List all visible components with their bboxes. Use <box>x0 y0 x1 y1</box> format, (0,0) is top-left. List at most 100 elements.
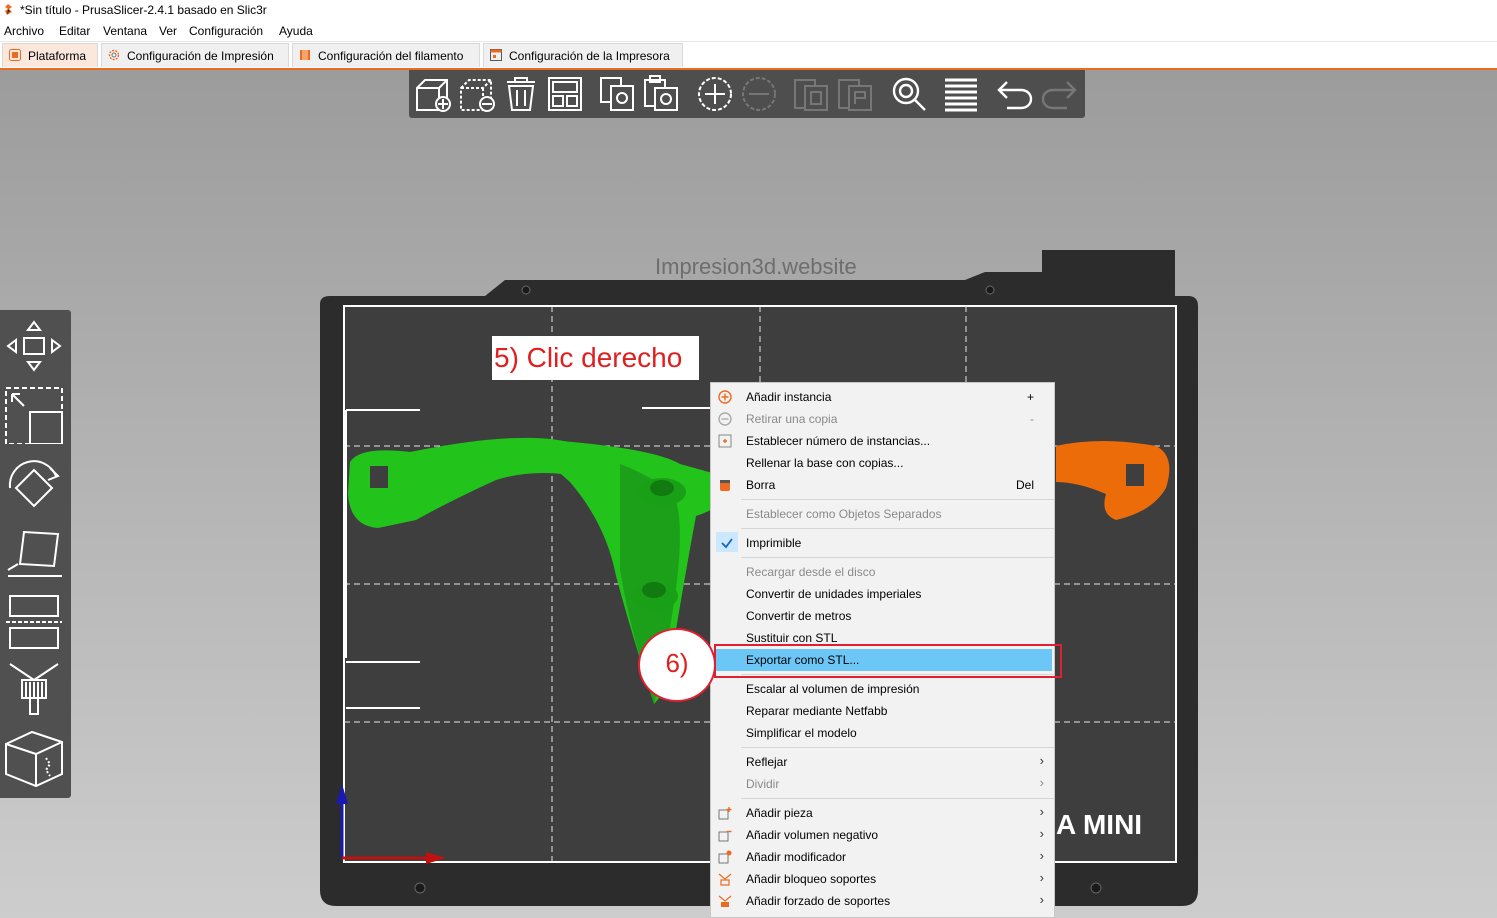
cut-icon[interactable] <box>2 590 66 650</box>
set-instances-icon <box>718 434 732 448</box>
left-toolbar <box>0 310 71 798</box>
menu-separator <box>741 528 1054 529</box>
menu-separator <box>741 557 1054 558</box>
menu-separator <box>741 747 1054 748</box>
remove-copy-icon <box>718 412 732 426</box>
paint-supports-icon[interactable] <box>2 658 66 718</box>
layers-icon[interactable] <box>941 74 981 114</box>
search-icon[interactable] <box>889 74 929 114</box>
menu-item-label: Reflejar <box>746 755 788 769</box>
menu-item-label: Reparar mediante Netfabb <box>746 704 888 718</box>
copy-icon[interactable] <box>597 74 637 114</box>
delete-all-icon[interactable] <box>501 74 541 114</box>
prusaslicer-logo-icon <box>5 4 12 15</box>
menu-item-printable[interactable]: Imprimible <box>711 532 1054 554</box>
menu-item-label: Establecer como Objetos Separados <box>746 507 942 521</box>
tab-bar: Plataforma Configuración de Impresión Co… <box>0 42 1497 70</box>
menu-item-shortcut: + <box>1026 390 1034 404</box>
printer-icon <box>490 49 502 61</box>
menu-item-split[interactable]: Dividir › <box>711 773 1054 795</box>
tab-label: Configuración de Impresión <box>127 49 274 63</box>
menu-item-add-instance[interactable]: Añadir instancia + <box>711 386 1054 408</box>
top-toolbar <box>409 70 1085 118</box>
add-negative-volume-icon <box>718 830 732 842</box>
menu-item-label: Sustituir con STL <box>746 631 838 645</box>
menu-ver[interactable]: Ver <box>159 24 177 38</box>
annotation-step-6-label: 6) <box>665 648 689 678</box>
gear-icon <box>108 49 120 61</box>
menu-item-add-modifier[interactable]: Añadir modificador › <box>711 846 1054 868</box>
menu-item-label: Rellenar la base con copias... <box>746 456 904 470</box>
menu-ventana[interactable]: Ventana <box>103 24 147 38</box>
menu-item-mirror[interactable]: Reflejar › <box>711 751 1054 773</box>
submenu-arrow-icon: › <box>1039 775 1044 790</box>
remove-instance-icon[interactable] <box>739 74 779 114</box>
menu-bar: Archivo Editar Ventana Ver Configuración… <box>0 21 1497 42</box>
menu-item-label: Añadir bloqueo soportes <box>746 872 877 886</box>
tab-label: Configuración del filamento <box>318 49 464 63</box>
menu-item-label: Establecer número de instancias... <box>746 434 931 448</box>
delete-object-icon[interactable] <box>457 74 497 114</box>
menu-item-delete[interactable]: Borra Del <box>711 474 1054 496</box>
menu-item-shortcut: - <box>1030 412 1034 426</box>
menu-item-reload-from-disk[interactable]: Recargar desde el disco <box>711 561 1054 583</box>
submenu-arrow-icon: › <box>1039 804 1044 819</box>
menu-archivo[interactable]: Archivo <box>4 24 44 38</box>
menu-item-label: Convertir de metros <box>746 609 852 623</box>
add-instance-icon[interactable] <box>695 74 735 114</box>
menu-item-convert-meters[interactable]: Convertir de metros <box>711 605 1054 627</box>
submenu-arrow-icon: › <box>1039 826 1044 841</box>
add-instance-icon <box>718 390 732 404</box>
tab-label: Configuración de la Impresora <box>509 49 670 63</box>
paste-icon[interactable] <box>641 74 681 114</box>
highlight-box-export-stl <box>714 644 1062 678</box>
menu-item-set-separate-objects[interactable]: Establecer como Objetos Separados <box>711 503 1054 525</box>
seam-painting-icon[interactable] <box>2 728 66 788</box>
menu-item-label: Simplificar el modelo <box>746 726 857 740</box>
annotation-step-6: 6) <box>638 628 716 702</box>
menu-item-convert-imperial[interactable]: Convertir de unidades imperiales <box>711 583 1054 605</box>
tab-printer-settings[interactable]: Configuración de la Impresora <box>483 43 683 67</box>
menu-ayuda[interactable]: Ayuda <box>279 24 313 38</box>
menu-editar[interactable]: Editar <box>59 24 90 38</box>
menu-item-add-support-enforcer[interactable]: Añadir forzado de soportes › <box>711 890 1054 912</box>
redo-icon[interactable] <box>1039 74 1079 114</box>
rotate-icon[interactable] <box>2 454 66 514</box>
menu-item-add-support-blocker[interactable]: Añadir bloqueo soportes › <box>711 868 1054 890</box>
menu-item-shortcut: Del <box>1015 478 1034 492</box>
menu-item-scale-to-volume[interactable]: Escalar al volumen de impresión <box>711 678 1054 700</box>
delete-icon <box>720 480 730 491</box>
move-icon[interactable] <box>2 314 66 374</box>
menu-item-set-instances[interactable]: Establecer número de instancias... <box>711 430 1054 452</box>
menu-configuracion[interactable]: Configuración <box>189 24 263 38</box>
annotation-step-5: 5) Clic derecho <box>492 336 699 380</box>
tab-label: Plataforma <box>28 49 87 63</box>
checkmark-icon <box>721 538 733 549</box>
menu-item-label: Imprimible <box>746 536 802 550</box>
tab-filament-settings[interactable]: Configuración del filamento <box>292 43 480 67</box>
spool-icon <box>300 50 310 60</box>
menu-item-remove-copy[interactable]: Retirar una copia - <box>711 408 1054 430</box>
submenu-arrow-icon: › <box>1039 870 1044 885</box>
menu-item-label: Añadir instancia <box>746 390 832 404</box>
menu-item-label: Borra <box>746 478 776 492</box>
tab-print-settings[interactable]: Configuración de Impresión <box>101 43 289 67</box>
split-objects-icon[interactable] <box>793 74 833 114</box>
split-parts-icon[interactable] <box>837 74 877 114</box>
menu-item-add-part[interactable]: Añadir pieza › <box>711 802 1054 824</box>
menu-item-label: Retirar una copia <box>746 412 838 426</box>
undo-icon[interactable] <box>995 74 1035 114</box>
3d-canvas[interactable]: Impresion3d.website A MINI 5) Clic derec… <box>0 70 1497 918</box>
menu-item-label: Convertir de unidades imperiales <box>746 587 922 601</box>
menu-item-fill-bed[interactable]: Rellenar la base con copias... <box>711 452 1054 474</box>
menu-item-simplify-model[interactable]: Simplificar el modelo <box>711 722 1054 744</box>
menu-item-repair-netfabb[interactable]: Reparar mediante Netfabb <box>711 700 1054 722</box>
tab-plataforma[interactable]: Plataforma <box>2 43 98 67</box>
add-object-icon[interactable] <box>413 74 453 114</box>
add-modifier-icon <box>718 850 732 864</box>
menu-item-add-negative-volume[interactable]: Añadir volumen negativo › <box>711 824 1054 846</box>
arrange-icon[interactable] <box>545 74 585 114</box>
title-bar: *Sin título - PrusaSlicer-2.4.1 basado e… <box>0 0 1497 21</box>
place-on-face-icon[interactable] <box>2 524 66 584</box>
scale-icon[interactable] <box>2 384 66 444</box>
